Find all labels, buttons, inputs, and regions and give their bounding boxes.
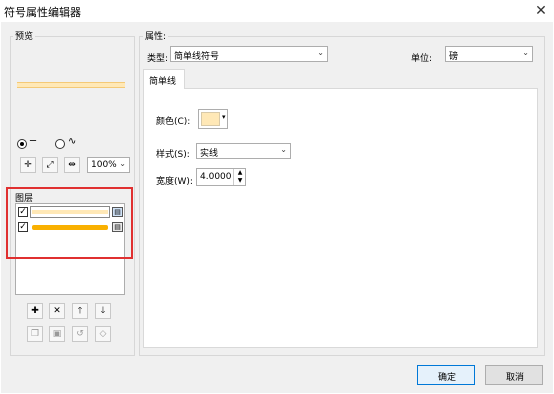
move-up-icon[interactable]: 🡑 bbox=[72, 303, 88, 319]
reset-icon[interactable]: ↺ bbox=[72, 326, 88, 342]
zoom-fit-icon[interactable]: ⤢ bbox=[42, 157, 58, 173]
color-picker[interactable]: ▾ bbox=[198, 109, 228, 129]
ok-button[interactable]: 确定 bbox=[417, 365, 475, 385]
unit-label: 单位: bbox=[411, 54, 433, 64]
cancel-label: 取消 bbox=[506, 373, 525, 383]
color-swatch bbox=[201, 112, 220, 126]
highlight-box bbox=[6, 187, 133, 259]
tab-simple-line[interactable]: 简单线 bbox=[143, 69, 185, 89]
radio-wave[interactable] bbox=[55, 139, 65, 149]
width-value: 4.0000 bbox=[200, 172, 232, 182]
actual-size-icon[interactable]: ⇹ bbox=[64, 157, 80, 173]
chevron-down-icon: ⌄ bbox=[119, 159, 126, 168]
zoom-value: 100% bbox=[91, 160, 117, 170]
unit-value: 磅 bbox=[449, 52, 459, 62]
title-bar: 符号属性编辑器 ✕ bbox=[0, 0, 554, 22]
radio-wave-label: ∿ bbox=[68, 136, 77, 147]
type-value: 简单线符号 bbox=[174, 52, 220, 62]
unit-select[interactable]: 磅 ⌄ bbox=[445, 46, 533, 62]
zoom-in-icon[interactable]: ✛ bbox=[20, 157, 36, 173]
chevron-down-icon: ⌄ bbox=[522, 48, 529, 57]
ok-label: 确定 bbox=[438, 373, 457, 383]
move-down-icon[interactable]: 🡓 bbox=[95, 303, 111, 319]
cancel-button[interactable]: 取消 bbox=[485, 365, 543, 385]
style-label: 样式(S): bbox=[156, 150, 190, 160]
preview-line-swatch bbox=[17, 82, 125, 88]
delete-icon[interactable]: ✕ bbox=[49, 303, 65, 319]
radio-line-label: ─ bbox=[30, 136, 37, 147]
add-icon[interactable]: ✚ bbox=[27, 303, 43, 319]
tab-join bbox=[144, 87, 184, 89]
color-label: 颜色(C): bbox=[156, 117, 191, 127]
width-label: 宽度(W): bbox=[156, 177, 193, 187]
tab-label: 简单线 bbox=[149, 77, 177, 87]
radio-line[interactable] bbox=[17, 139, 27, 149]
mark-icon[interactable]: ◇ bbox=[95, 326, 111, 342]
type-label: 类型: bbox=[147, 54, 169, 64]
close-icon[interactable]: ✕ bbox=[532, 2, 550, 20]
properties-group-label: 属性: bbox=[143, 29, 169, 42]
caret-down-icon: ▾ bbox=[222, 113, 226, 121]
spin-up-icon[interactable]: ▲ bbox=[233, 169, 246, 177]
width-spinner[interactable]: 4.0000 ▲ ▼ bbox=[196, 168, 246, 186]
copy-icon[interactable]: ❐ bbox=[27, 326, 43, 342]
chevron-down-icon: ⌄ bbox=[280, 145, 287, 154]
spin-down-icon[interactable]: ▼ bbox=[233, 177, 246, 185]
chevron-down-icon: ⌄ bbox=[317, 48, 324, 57]
preview-group-label: 预览 bbox=[13, 29, 36, 42]
window-title: 符号属性编辑器 bbox=[4, 6, 81, 19]
paste-icon[interactable]: ▣ bbox=[49, 326, 65, 342]
type-select[interactable]: 简单线符号 ⌄ bbox=[170, 46, 328, 62]
style-select[interactable]: 实线 ⌄ bbox=[196, 143, 291, 159]
zoom-select[interactable]: 100% ⌄ bbox=[87, 157, 130, 173]
style-value: 实线 bbox=[200, 149, 219, 159]
